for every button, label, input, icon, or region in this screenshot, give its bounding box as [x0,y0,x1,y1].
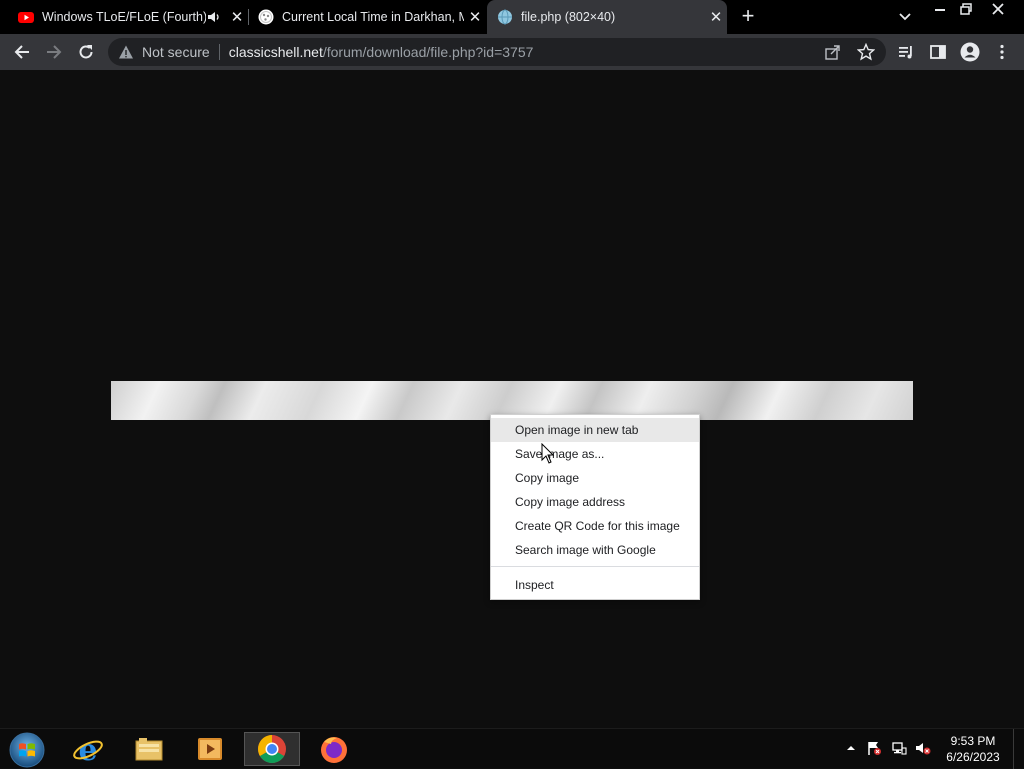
url-path: /forum/download/file.php?id=3757 [322,44,534,60]
tab-title: file.php (802×40) [521,10,616,24]
menu-copy-image-address[interactable]: Copy image address [491,490,699,514]
tab-darkhan-time[interactable]: Current Local Time in Darkhan, M ✕ [248,0,486,34]
star-icon[interactable] [857,43,875,61]
menu-copy-image[interactable]: Copy image [491,466,699,490]
close-icon [992,3,1004,15]
taskbar-media-player[interactable] [182,732,238,766]
clock-time: 9:53 PM [950,734,996,748]
youtube-icon [18,12,34,23]
taskbar-firefox[interactable] [306,732,362,766]
browser-toolbar: Not secure classicshell.net/forum/downlo… [0,34,1024,70]
menu-separator [491,566,699,567]
close-tab-icon[interactable]: ✕ [464,8,486,26]
side-panel-button[interactable] [926,40,950,64]
omnibox-divider [218,44,220,60]
forward-button[interactable] [42,40,66,64]
menu-button[interactable] [990,40,1014,64]
windows-start-icon[interactable] [8,731,46,769]
arrow-right-icon [47,45,62,59]
back-button[interactable] [10,40,34,64]
chrome-icon [258,735,286,763]
reload-icon [79,45,93,59]
profile-button[interactable] [958,40,982,64]
side-panel-icon [930,45,946,59]
close-window-button[interactable] [984,0,1012,18]
tab-strip: Windows TLoE/FLoE (Fourth) ✕ Current Loc… [0,0,1024,34]
clock-date: 6/26/2023 [946,750,1000,764]
media-controls-button[interactable] [894,40,918,64]
internet-explorer-icon: e [73,733,103,765]
taskbar-internet-explorer[interactable]: e [60,732,116,766]
page-content [0,70,1024,728]
action-center-flag-icon[interactable] [866,740,882,756]
new-tab-button[interactable]: + [736,4,760,28]
taskbar-chrome[interactable] [244,732,300,766]
chevron-down-icon[interactable] [896,8,914,26]
minimize-button[interactable] [926,0,954,18]
close-tab-icon[interactable]: ✕ [705,8,727,26]
media-player-icon [198,738,222,760]
windows-taskbar: e 9:53 PM 6/26/2023 [0,728,1024,769]
firefox-icon [321,737,347,763]
minimize-icon [935,9,945,11]
tab-title: Current Local Time in Darkhan, M [282,10,464,24]
restore-icon [960,3,972,15]
close-tab-icon[interactable]: ✕ [226,8,248,26]
warning-icon[interactable] [118,44,134,60]
tab-youtube[interactable]: Windows TLoE/FLoE (Fourth) ✕ [8,0,248,34]
share-icon[interactable] [824,43,842,61]
menu-inspect[interactable]: Inspect [491,573,699,597]
menu-open-image-new-tab[interactable]: Open image in new tab [491,418,699,442]
more-vert-icon [1000,44,1004,60]
tray-expand-icon[interactable] [843,740,859,756]
svg-text:e: e [78,733,97,765]
menu-save-image-as[interactable]: Save image as... [491,442,699,466]
address-bar[interactable]: Not secure classicshell.net/forum/downlo… [108,38,886,66]
menu-create-qr-code[interactable]: Create QR Code for this image [491,514,699,538]
menu-search-image-google[interactable]: Search image with Google [491,538,699,562]
avatar-icon [960,42,980,62]
arrow-left-icon [14,45,29,59]
globe-icon [498,9,512,25]
network-icon[interactable] [891,740,907,756]
speaker-icon[interactable] [206,9,222,25]
taskbar-file-explorer[interactable] [121,732,177,766]
volume-muted-icon[interactable] [915,740,931,756]
security-label[interactable]: Not secure [142,44,210,60]
tab-file-php[interactable]: file.php (802×40) ✕ [487,0,727,34]
music-queue-icon [899,46,912,59]
url-host: classicshell.net [228,44,323,60]
context-menu: Open image in new tab Save image as... C… [490,414,700,600]
mouse-cursor-icon [541,443,555,464]
tab-title: Windows TLoE/FLoE (Fourth) [42,10,206,24]
clock-site-icon [258,9,274,25]
system-clock[interactable]: 9:53 PM 6/26/2023 [934,733,1012,765]
restore-button[interactable] [952,0,980,18]
file-explorer-icon [135,738,163,761]
reload-button[interactable] [74,40,98,64]
show-desktop-button[interactable] [1013,729,1024,769]
